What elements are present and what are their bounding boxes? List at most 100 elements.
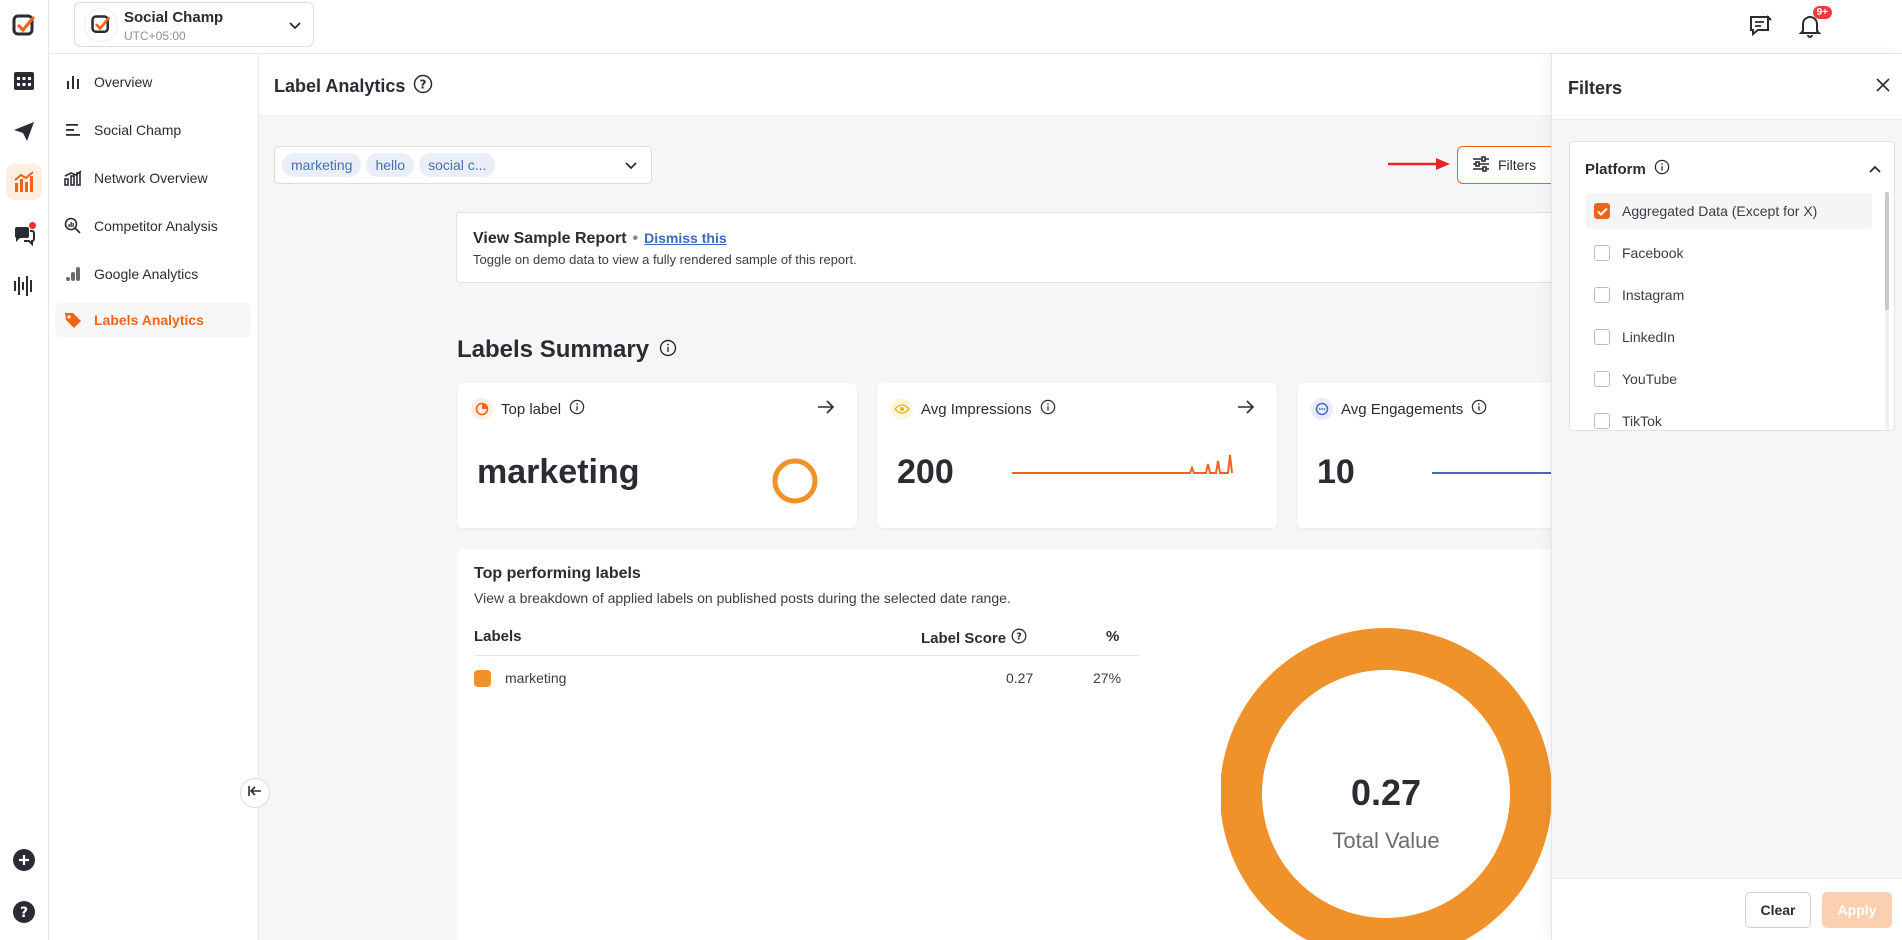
platform-option-aggregated[interactable]: Aggregated Data (Except for X) bbox=[1586, 193, 1872, 229]
help-circle-icon[interactable]: ? bbox=[1011, 628, 1027, 648]
engagement-chat-icon bbox=[1311, 398, 1333, 420]
nav-item-social-champ[interactable]: Social Champ bbox=[55, 113, 251, 147]
label-score-donut: 0.27 Total Value bbox=[1221, 628, 1551, 940]
info-icon[interactable] bbox=[569, 399, 585, 419]
bar-chart-icon bbox=[64, 73, 82, 91]
nav-item-overview[interactable]: Overview bbox=[55, 65, 251, 99]
nav-item-competitor-analysis[interactable]: Competitor Analysis bbox=[55, 209, 251, 243]
workspace-name: Social Champ bbox=[124, 9, 224, 26]
labels-summary-title: Labels Summary bbox=[457, 336, 677, 364]
nav-item-google-analytics[interactable]: Google Analytics bbox=[55, 257, 251, 291]
dismiss-link[interactable]: Dismiss this bbox=[644, 230, 726, 246]
filters-panel-title: Filters bbox=[1568, 78, 1623, 98]
labels-select[interactable]: marketing hello social c... bbox=[274, 146, 652, 184]
unread-dot bbox=[29, 222, 36, 229]
arrow-right-icon[interactable] bbox=[817, 399, 835, 420]
page-title: Label Analytics ? bbox=[274, 74, 433, 99]
nav-item-network-overview[interactable]: Network Overview bbox=[55, 161, 251, 195]
workspace-timezone: UTC+05:00 bbox=[124, 29, 186, 43]
sliders-icon bbox=[1472, 155, 1490, 175]
add-circle-icon[interactable] bbox=[6, 842, 42, 878]
card-title: Top label bbox=[501, 400, 562, 418]
checkbox[interactable] bbox=[1594, 245, 1610, 261]
listening-waves-icon[interactable] bbox=[6, 268, 42, 304]
notification-badge: 9+ bbox=[1812, 6, 1832, 19]
feedback-icon[interactable] bbox=[1746, 11, 1776, 41]
clear-button[interactable]: Clear bbox=[1745, 892, 1811, 928]
info-icon[interactable] bbox=[659, 336, 677, 364]
card-value: 10 bbox=[1317, 453, 1355, 491]
platform-option-youtube[interactable]: YouTube bbox=[1586, 361, 1872, 397]
options-scrollbar[interactable] bbox=[1885, 192, 1889, 430]
card-title: Avg Impressions bbox=[921, 400, 1032, 418]
notification-bell-icon[interactable]: 9+ bbox=[1795, 6, 1832, 41]
platform-filter-section: Platform Aggregated Data (Except for X) … bbox=[1569, 141, 1895, 431]
analytics-chart-icon[interactable] bbox=[6, 164, 42, 200]
scrollbar-thumb[interactable] bbox=[1885, 192, 1889, 310]
info-icon[interactable] bbox=[1471, 399, 1487, 419]
sample-report-description: Toggle on demo data to view a fully rend… bbox=[473, 252, 857, 267]
filters-panel: Filters Platform Aggregated Data (Except… bbox=[1551, 54, 1902, 940]
list-bars-icon bbox=[64, 121, 82, 139]
platform-option-linkedin[interactable]: LinkedIn bbox=[1586, 319, 1872, 355]
apply-button[interactable]: Apply bbox=[1822, 892, 1892, 928]
card-value: marketing bbox=[477, 453, 640, 491]
magnify-chart-icon bbox=[64, 217, 82, 235]
table-divider bbox=[474, 655, 1139, 656]
top-performing-labels: Top performing labels View a breakdown o… bbox=[457, 549, 1557, 940]
section-title: Top performing labels bbox=[474, 565, 641, 582]
chevron-down-icon bbox=[623, 157, 639, 178]
help-circle-icon[interactable]: ? bbox=[6, 894, 42, 930]
platform-option-tiktok[interactable]: TikTok bbox=[1586, 403, 1872, 430]
engage-chat-icon[interactable] bbox=[6, 216, 42, 252]
info-icon[interactable] bbox=[1654, 159, 1670, 179]
chevron-up-icon[interactable] bbox=[1867, 162, 1883, 181]
column-header-percent[interactable]: % bbox=[1106, 628, 1119, 645]
eye-icon bbox=[891, 398, 913, 420]
workspace-selector[interactable]: Social Champ UTC+05:00 bbox=[74, 2, 314, 47]
label-chip[interactable]: social c... bbox=[419, 153, 496, 177]
tag-icon bbox=[64, 311, 82, 329]
platform-option-facebook[interactable]: Facebook bbox=[1586, 235, 1872, 271]
nav-item-labels-analytics[interactable]: Labels Analytics bbox=[55, 303, 251, 337]
checkbox[interactable] bbox=[1594, 371, 1610, 387]
top-label-card: Top label marketing bbox=[457, 383, 857, 528]
network-chart-icon bbox=[64, 169, 82, 187]
workspace-logo-icon bbox=[85, 9, 117, 41]
sample-report-banner: View Sample Report • Dismiss this Toggle o… bbox=[456, 212, 1556, 283]
arrow-right-icon[interactable] bbox=[1237, 399, 1255, 420]
impressions-sparkline bbox=[1012, 454, 1233, 474]
section-description: View a breakdown of applied labels on pu… bbox=[474, 590, 1011, 606]
column-header-labels[interactable]: Labels bbox=[474, 628, 522, 645]
column-header-label-score[interactable]: Label Score ? bbox=[921, 628, 1027, 648]
annotation-arrow-icon bbox=[1388, 156, 1450, 172]
top-bar: Social Champ UTC+05:00 9+ bbox=[49, 0, 1902, 54]
row-label: marketing bbox=[505, 670, 567, 686]
publish-send-icon[interactable] bbox=[6, 113, 42, 149]
donut-value: 0.27 bbox=[1351, 772, 1421, 813]
row-score: 0.27 bbox=[1006, 670, 1034, 686]
mini-donut bbox=[772, 458, 818, 504]
row-percent: 27% bbox=[1093, 670, 1122, 686]
card-value: 200 bbox=[897, 453, 954, 491]
help-circle-icon[interactable]: ? bbox=[413, 74, 433, 99]
info-icon[interactable] bbox=[1040, 399, 1056, 419]
checkbox-checked[interactable] bbox=[1594, 203, 1610, 219]
calendar-icon[interactable] bbox=[6, 62, 42, 98]
card-title: Avg Engagements bbox=[1341, 400, 1464, 418]
platform-option-instagram[interactable]: Instagram bbox=[1586, 277, 1872, 313]
checkbox[interactable] bbox=[1594, 329, 1610, 345]
label-chip[interactable]: hello bbox=[366, 153, 415, 177]
app-logo-icon[interactable] bbox=[6, 8, 42, 44]
label-chip[interactable]: marketing bbox=[282, 153, 362, 177]
donut-caption: Total Value bbox=[1332, 828, 1439, 853]
label-color-swatch bbox=[474, 670, 491, 687]
avg-impressions-card: Avg Impressions 200 bbox=[877, 383, 1277, 528]
close-icon[interactable] bbox=[1874, 76, 1892, 99]
section-title: Platform bbox=[1585, 160, 1646, 178]
checkbox[interactable] bbox=[1594, 413, 1610, 429]
checkbox[interactable] bbox=[1594, 287, 1610, 303]
chevron-down-icon bbox=[287, 17, 303, 38]
filters-footer: Clear Apply bbox=[1552, 878, 1902, 940]
collapse-sidebar-button[interactable] bbox=[240, 778, 270, 808]
